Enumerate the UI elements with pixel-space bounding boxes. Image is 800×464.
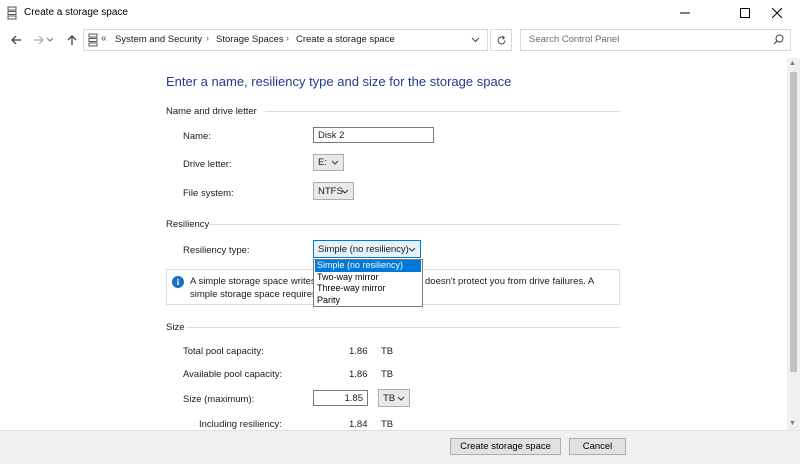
option-simple[interactable]: Simple (no resiliency) — [315, 260, 421, 272]
forward-arrow-icon — [33, 35, 44, 45]
info-text-line1-end: doesn't protect you from drive failures.… — [425, 276, 595, 287]
drive-letter-select[interactable]: E: — [313, 154, 344, 171]
search-placeholder: Search Control Panel — [529, 34, 620, 45]
including-resiliency-value: 1.84 — [349, 419, 368, 430]
option-two-way-mirror[interactable]: Two-way mirror — [315, 272, 421, 284]
chevron-down-icon — [46, 37, 54, 42]
breadcrumb-storage-spaces[interactable]: Storage Spaces — [216, 34, 284, 45]
option-parity[interactable]: Parity — [315, 295, 421, 307]
resiliency-type-dropdown[interactable]: Simple (no resiliency) Two-way mirror Th… — [313, 259, 423, 307]
chevron-down-icon — [341, 189, 349, 194]
breadcrumb-separator[interactable]: › — [286, 33, 289, 43]
total-pool-capacity-value: 1.86 — [349, 346, 368, 357]
section-title-size: Size — [166, 322, 185, 333]
scroll-up-icon[interactable]: ▲ — [789, 60, 796, 67]
scrollbar-thumb[interactable] — [790, 72, 797, 372]
resiliency-type-value: Simple (no resiliency) — [318, 243, 409, 255]
drive-letter-label: Drive letter: — [183, 159, 232, 170]
chevron-down-icon — [471, 37, 479, 43]
breadcrumb-system-and-security[interactable]: System and Security — [115, 34, 202, 45]
drive-letter-value: E: — [318, 157, 327, 168]
create-storage-space-button[interactable]: Create storage space — [450, 438, 561, 455]
chevron-down-icon — [397, 396, 405, 401]
address-history-button[interactable] — [466, 30, 484, 50]
maximize-icon — [740, 8, 750, 18]
size-field[interactable]: 1.85 — [313, 390, 368, 406]
section-divider — [187, 327, 620, 328]
storage-spaces-icon — [7, 6, 17, 20]
file-system-select[interactable]: NTFS — [313, 182, 354, 200]
search-icon[interactable] — [773, 34, 784, 45]
minimize-button[interactable] — [662, 0, 708, 26]
scroll-down-icon[interactable]: ▼ — [789, 420, 796, 427]
total-pool-capacity-label: Total pool capacity: — [183, 346, 264, 357]
breadcrumb-create-storage-space[interactable]: Create a storage space — [296, 34, 395, 45]
storage-spaces-icon — [88, 33, 98, 47]
up-button[interactable] — [62, 31, 82, 49]
section-divider — [265, 111, 620, 112]
close-icon — [772, 8, 782, 18]
breadcrumb-separator[interactable]: › — [206, 33, 209, 43]
breadcrumb-overflow[interactable]: « — [101, 33, 107, 44]
cancel-button[interactable]: Cancel — [569, 438, 626, 455]
size-label: Size (maximum): — [183, 394, 255, 405]
option-three-way-mirror[interactable]: Three-way mirror — [315, 283, 421, 295]
including-resiliency-unit: TB — [381, 419, 394, 430]
refresh-button[interactable] — [490, 29, 512, 51]
minimize-icon — [680, 12, 690, 14]
resiliency-type-label: Resiliency type: — [183, 245, 250, 256]
file-system-value: NTFS — [318, 185, 343, 197]
available-pool-capacity-unit: TB — [381, 369, 394, 380]
back-arrow-icon — [10, 35, 21, 45]
file-system-label: File system: — [183, 188, 234, 199]
including-resiliency-label: Including resiliency: — [199, 419, 282, 430]
section-title-name: Name and drive letter — [166, 106, 257, 117]
available-pool-capacity-label: Available pool capacity: — [183, 369, 283, 380]
total-pool-capacity-unit: TB — [381, 346, 394, 357]
info-icon: i — [172, 276, 184, 288]
section-title-resiliency: Resiliency — [166, 219, 210, 230]
chevron-down-icon — [331, 160, 339, 165]
available-pool-capacity-value: 1.86 — [349, 369, 368, 380]
refresh-icon — [497, 35, 505, 44]
info-text-line2-start: simple storage space requires — [190, 289, 317, 300]
name-field[interactable]: Disk 2 — [313, 127, 434, 143]
size-unit-value: TB — [383, 392, 396, 404]
chevron-down-icon — [408, 247, 416, 252]
recent-locations-button[interactable] — [44, 31, 56, 49]
info-text-line1-start: A simple storage space writes — [190, 276, 316, 287]
size-unit-select[interactable]: TB — [378, 389, 410, 407]
up-arrow-icon — [67, 34, 77, 45]
page-title: Enter a name, resiliency type and size f… — [166, 74, 512, 89]
name-label: Name: — [183, 131, 211, 142]
back-button[interactable] — [6, 31, 26, 49]
close-button[interactable] — [754, 0, 800, 26]
button-bar — [0, 430, 800, 464]
window-title: Create a storage space — [24, 7, 128, 18]
section-divider — [210, 224, 620, 225]
resiliency-type-select[interactable]: Simple (no resiliency) — [313, 240, 421, 258]
